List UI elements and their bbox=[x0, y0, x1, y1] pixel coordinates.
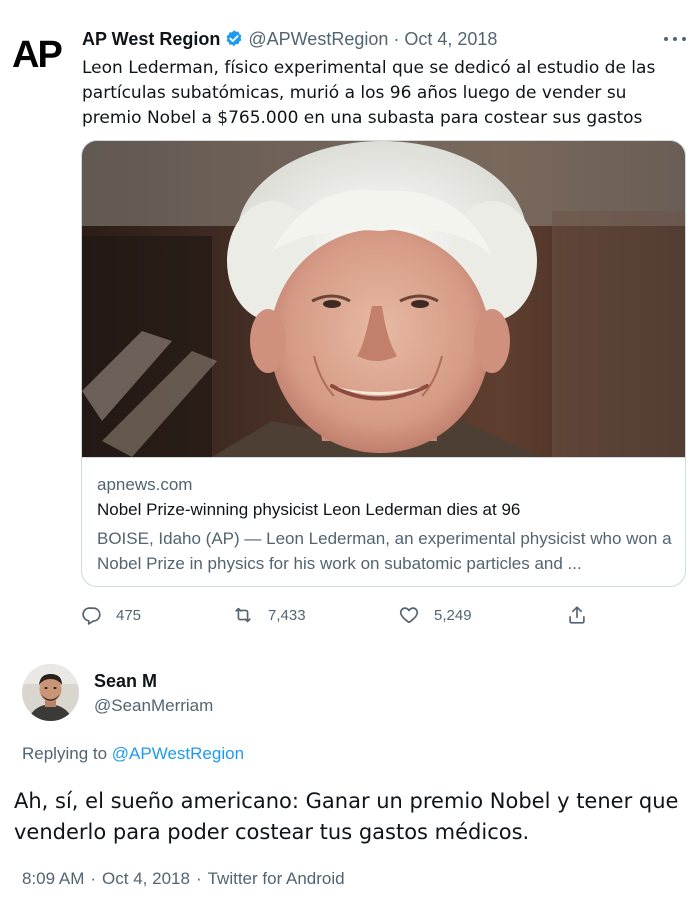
card-image-portrait bbox=[82, 141, 685, 457]
card-domain: apnews.com bbox=[97, 475, 193, 494]
reply-icon bbox=[82, 607, 101, 625]
quoted-tweet-header: AP West Region @APWestRegion · Oct 4, 20… bbox=[82, 28, 497, 50]
share-icon bbox=[569, 606, 585, 624]
link-card[interactable]: apnews.com Nobel Prize-winning physicist… bbox=[81, 140, 686, 587]
tweet-client[interactable]: Twitter for Android bbox=[208, 869, 345, 888]
tweet-date[interactable]: Oct 4, 2018 bbox=[404, 29, 497, 50]
replying-prefix: Replying to bbox=[22, 744, 108, 763]
like-count: 5,249 bbox=[434, 606, 472, 624]
like-button[interactable]: 5,249 bbox=[398, 600, 472, 630]
svg-text:AP: AP bbox=[12, 36, 62, 72]
quoted-tweet-text: Leon Lederman, físico experimental que s… bbox=[82, 58, 656, 128]
avatar[interactable] bbox=[22, 664, 79, 721]
author-name[interactable]: AP West Region bbox=[82, 29, 220, 50]
separator: · bbox=[195, 869, 202, 888]
card-divider bbox=[82, 457, 685, 458]
separator: · bbox=[90, 869, 97, 888]
retweet-button[interactable]: 7,433 bbox=[232, 600, 306, 630]
tweet-date[interactable]: Oct 4, 2018 bbox=[102, 869, 190, 888]
replying-to: Replying to @APWestRegion bbox=[22, 744, 244, 764]
tweet-time[interactable]: 8:09 AM bbox=[22, 869, 84, 888]
replying-to-link[interactable]: @APWestRegion bbox=[112, 744, 244, 763]
tweet-actions: 475 7,433 5,249 bbox=[80, 600, 600, 630]
retweet-count: 7,433 bbox=[268, 606, 306, 624]
like-icon bbox=[399, 607, 419, 624]
card-description: BOISE, Idaho (AP) — Leon Lederman, an ex… bbox=[97, 529, 672, 573]
tweet-meta: 8:09 AM · Oct 4, 2018 · Twitter for Android bbox=[22, 869, 345, 889]
more-options-icon[interactable] bbox=[664, 32, 686, 46]
reply-button[interactable]: 475 bbox=[80, 600, 141, 630]
author-handle[interactable]: @APWestRegion bbox=[248, 29, 388, 50]
reply-count: 475 bbox=[116, 606, 142, 624]
ap-logo[interactable]: AP bbox=[12, 34, 66, 76]
card-title[interactable]: Nobel Prize-winning physicist Leon Leder… bbox=[97, 500, 520, 520]
author-name[interactable]: Sean M bbox=[94, 671, 157, 692]
tweet-text: Ah, sí, el sueño americano: Ganar un pre… bbox=[14, 789, 679, 844]
retweet-icon bbox=[235, 607, 251, 623]
author-handle[interactable]: @SeanMerriam bbox=[94, 696, 213, 716]
separator: · bbox=[393, 28, 400, 49]
share-button[interactable] bbox=[566, 600, 588, 630]
verified-badge-icon bbox=[224, 29, 244, 49]
